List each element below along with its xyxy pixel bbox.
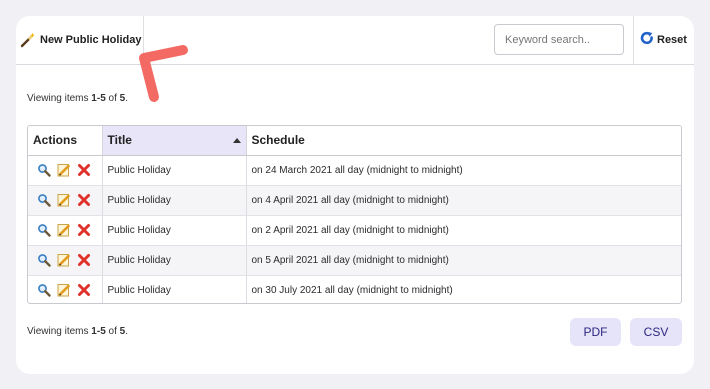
- viewing-summary-bottom: Viewing items 1-5 of 5.: [27, 326, 128, 337]
- column-header-title-label: Title: [107, 133, 132, 148]
- delete-icon[interactable]: [77, 163, 91, 177]
- table-header-row: Actions Title Schedule: [28, 126, 681, 156]
- schedule-cell: on 4 April 2021 all day (midnight to mid…: [246, 185, 681, 216]
- edit-icon[interactable]: [57, 193, 71, 207]
- summary-range: 1-5: [91, 93, 106, 104]
- viewing-summary-top: Viewing items 1-5 of 5.: [27, 93, 128, 104]
- table-row: Public Holiday on 5 April 2021 all day (m…: [28, 245, 681, 276]
- schedule-cell: on 2 April 2021 all day (midnight to mid…: [246, 215, 681, 246]
- column-header-title[interactable]: Title: [102, 126, 247, 156]
- summary-prefix: Viewing items: [27, 93, 92, 104]
- sort-ascending-icon: [232, 138, 241, 143]
- column-header-actions: Actions: [28, 126, 103, 156]
- main-card: New Public Holiday Reset Viewing items 1…: [16, 16, 694, 374]
- table-row: Public Holiday on 30 July 2021 all day (m…: [28, 275, 681, 303]
- new-public-holiday-label: New Public Holiday: [40, 34, 142, 46]
- edit-icon[interactable]: [57, 223, 71, 237]
- summary-prefix: Viewing items: [27, 326, 92, 337]
- edit-icon[interactable]: [57, 253, 71, 267]
- title-cell: Public Holiday: [102, 215, 247, 246]
- actions-cell: [28, 155, 103, 186]
- view-icon[interactable]: [37, 223, 51, 237]
- table-row: Public Holiday on 24 March 2021 all day (…: [28, 155, 681, 186]
- title-cell: Public Holiday: [102, 275, 247, 303]
- actions-cell: [28, 245, 103, 276]
- view-icon[interactable]: [37, 253, 51, 267]
- delete-icon[interactable]: [77, 253, 91, 267]
- summary-of: of: [105, 326, 120, 337]
- view-icon[interactable]: [37, 163, 51, 177]
- row-actions: [33, 223, 102, 237]
- view-icon[interactable]: [37, 193, 51, 207]
- row-actions: [33, 193, 102, 207]
- title-cell: Public Holiday: [102, 185, 247, 216]
- keyword-search-input[interactable]: [494, 24, 624, 55]
- delete-icon[interactable]: [77, 283, 91, 297]
- actions-cell: [28, 215, 103, 246]
- row-actions: [33, 283, 102, 297]
- summary-suffix: .: [125, 93, 128, 104]
- row-actions: [33, 253, 102, 267]
- column-header-schedule[interactable]: Schedule: [246, 126, 681, 156]
- table-row: Public Holiday on 4 April 2021 all day (m…: [28, 185, 681, 216]
- schedule-cell: on 5 April 2021 all day (midnight to mid…: [246, 245, 681, 276]
- summary-of: of: [105, 93, 120, 104]
- toolbar: New Public Holiday Reset: [16, 16, 694, 65]
- annotation-arrow: [139, 45, 188, 102]
- title-cell: Public Holiday: [102, 155, 247, 186]
- schedule-cell: on 30 July 2021 all day (midnight to mid…: [251, 284, 453, 296]
- delete-icon[interactable]: [77, 223, 91, 237]
- refresh-icon: [640, 31, 654, 50]
- export-pdf-button[interactable]: PDF: [570, 318, 621, 346]
- summary-suffix: .: [125, 326, 128, 337]
- row-actions: [33, 163, 102, 177]
- toolbar-divider: [633, 16, 634, 64]
- reset-button[interactable]: Reset: [640, 31, 687, 49]
- schedule-cell: on 24 March 2021 all day (midnight to mi…: [246, 155, 681, 186]
- export-csv-button[interactable]: CSV: [630, 318, 682, 346]
- edit-icon[interactable]: [57, 163, 71, 177]
- edit-icon[interactable]: [57, 283, 71, 297]
- new-public-holiday-button[interactable]: New Public Holiday: [16, 16, 144, 64]
- view-icon[interactable]: [37, 283, 51, 297]
- actions-cell: [28, 185, 103, 216]
- title-cell: Public Holiday: [102, 245, 247, 276]
- table-row: Public Holiday on 2 April 2021 all day (m…: [28, 215, 681, 246]
- magic-wand-icon: [20, 32, 36, 48]
- delete-icon[interactable]: [77, 193, 91, 207]
- holiday-table: Actions Title Schedule Public Holiday on …: [27, 125, 682, 304]
- reset-label: Reset: [657, 34, 687, 46]
- summary-range: 1-5: [91, 326, 106, 337]
- actions-cell: [28, 275, 103, 303]
